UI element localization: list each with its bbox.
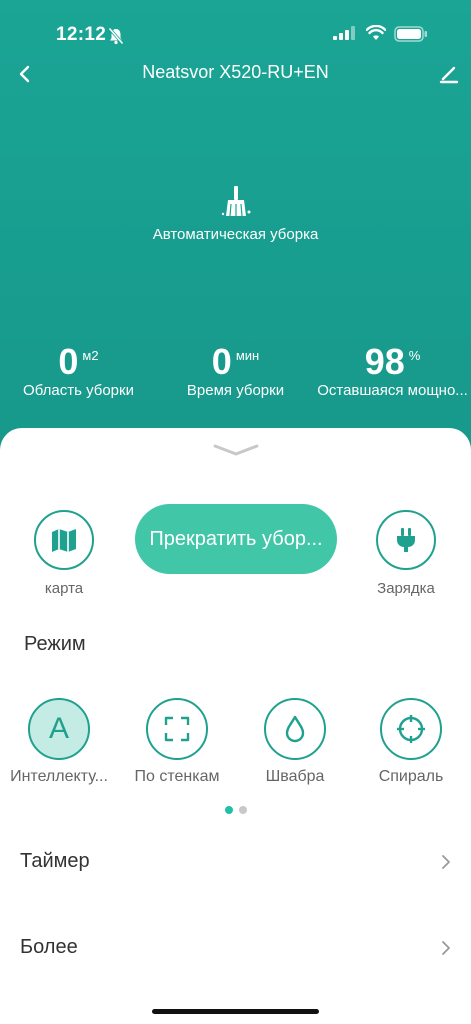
mode-mop-label: Швабра (265, 768, 325, 785)
water-drop-icon (285, 715, 305, 743)
current-mode-indicator: Автоматическая уборка (0, 184, 471, 243)
action-bar: карта Прекратить убор... Зарядка (0, 502, 471, 602)
stat-value: 0 (211, 341, 232, 382)
mode-edge-button[interactable] (146, 698, 208, 760)
stat-cleaning-time: 0 мин Время уборки (157, 341, 314, 400)
mode-edge-label: По стенкам (134, 768, 220, 785)
map-label: карта (44, 580, 84, 597)
pencil-icon (439, 66, 459, 84)
charge-label: Зарядка (377, 580, 435, 597)
map-icon (52, 529, 76, 552)
status-time: 12:12 (56, 24, 107, 45)
more-row[interactable]: Более (0, 918, 471, 978)
cleaning-stats: 0 м2 Область уборки 0 мин Время уборки 98%… (0, 344, 471, 404)
edit-button[interactable] (436, 61, 462, 87)
status-bar: 12:12 (0, 22, 471, 50)
stat-cleaning-area: 0 м2 Область уборки (0, 341, 157, 400)
spiral-target-icon (397, 715, 425, 743)
broom-icon (221, 186, 250, 217)
device-title: Neatsvor X520-RU+EN (142, 62, 329, 82)
stat-value: 98 (364, 341, 405, 382)
stat-label: Оставшаяся мощно... (317, 382, 468, 399)
stat-label: Область уборки (23, 382, 134, 399)
stop-cleaning-button[interactable]: Прекратить убор... (135, 504, 337, 574)
map-button[interactable] (34, 510, 94, 570)
sheet-collapse-handle[interactable] (211, 442, 261, 458)
chevron-right-icon (442, 941, 450, 955)
more-label: Более (20, 936, 78, 958)
stat-value: 0 (58, 341, 79, 382)
chevron-right-icon (442, 855, 450, 869)
control-sheet: карта Прекратить убор... Зарядка Режим A… (0, 428, 471, 1024)
navigation-bar: Neatsvor X520-RU+EN (0, 56, 471, 92)
stat-unit: мин (235, 348, 260, 363)
stat-remaining-power: 98% Оставшаяся мощно... (314, 341, 471, 400)
page-dot-active (225, 806, 233, 814)
mode-section-title: Режим (24, 633, 86, 655)
mode-page-indicator (225, 806, 255, 816)
charge-button[interactable] (376, 510, 436, 570)
wifi-icon (365, 24, 387, 46)
mode-selector: A Интеллекту... По стенкам Швабра Спирал… (0, 698, 471, 798)
mode-mop-button[interactable] (264, 698, 326, 760)
mode-smart-button[interactable]: A (28, 698, 90, 760)
page-dot (239, 806, 247, 814)
mode-smart-label: Интеллекту... (10, 768, 108, 785)
cellular-signal-icon (333, 26, 355, 45)
stat-unit: м2 (82, 348, 99, 363)
frame-corners-icon (164, 716, 190, 742)
stat-unit: % (408, 348, 421, 363)
timer-label: Таймер (20, 850, 90, 872)
current-mode-label: Автоматическая уборка (152, 226, 319, 243)
bell-muted-icon (108, 27, 124, 50)
battery-icon (394, 26, 428, 47)
home-indicator[interactable] (152, 1009, 319, 1014)
mode-spiral-label: Спираль (378, 768, 444, 785)
mode-spiral-button[interactable] (380, 698, 442, 760)
chevron-down-icon (213, 444, 259, 456)
stat-label: Время уборки (186, 382, 285, 399)
plug-icon (397, 528, 415, 552)
letter-a-icon: A (48, 712, 69, 745)
timer-row[interactable]: Таймер (0, 832, 471, 892)
